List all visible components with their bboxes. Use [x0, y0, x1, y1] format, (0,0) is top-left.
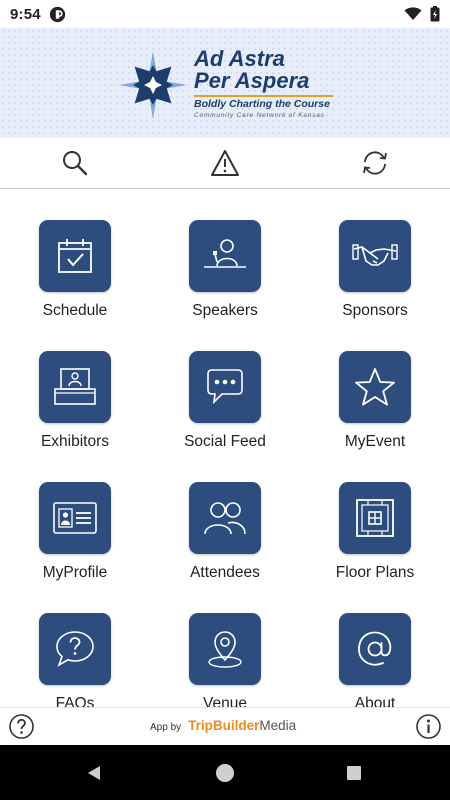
- tile-label: FAQs: [55, 695, 95, 707]
- refresh-button[interactable]: [300, 138, 450, 188]
- tile-speakers-icon-box: [189, 220, 261, 292]
- chat-bubble-icon: [207, 369, 243, 405]
- people-icon: [204, 502, 246, 535]
- tile-label: Exhibitors: [40, 433, 110, 450]
- status-time: 9:54: [10, 5, 41, 23]
- tile-faqs-icon-box: [39, 613, 111, 685]
- search-button[interactable]: [0, 138, 150, 188]
- speaker-podium-icon: [204, 239, 246, 268]
- credit-prefix: App by: [150, 722, 182, 733]
- system-nav-bar: [0, 745, 450, 800]
- help-icon[interactable]: [8, 713, 35, 740]
- event-title-line2: Per Aspera: [194, 68, 310, 93]
- status-indicators: [404, 6, 440, 22]
- tile-label: Schedule: [42, 302, 108, 319]
- tile-about[interactable]: About: [300, 583, 450, 707]
- app-notification-icon: [49, 6, 65, 22]
- id-card-icon: [53, 502, 97, 534]
- tile-label: About: [354, 695, 396, 707]
- tile-social-feed-icon-box: [189, 351, 261, 423]
- tile-myevent[interactable]: MyEvent: [300, 321, 450, 452]
- handshake-icon: [352, 244, 398, 266]
- tile-label: Social Feed: [184, 433, 266, 450]
- tile-exhibitors-icon-box: [39, 351, 111, 423]
- tile-label: MyEvent: [344, 433, 406, 450]
- toolbar: [0, 138, 450, 189]
- calendar-check-icon: [58, 239, 92, 273]
- logo-divider: [194, 95, 333, 97]
- tile-label: Speakers: [192, 302, 258, 319]
- app-credit[interactable]: App by TripBuilder Media: [150, 718, 310, 733]
- tile-label: Attendees: [190, 564, 260, 581]
- floor-plan-icon: [356, 499, 394, 537]
- feature-grid: Schedule Speakers Sponsors Exhibitors So…: [0, 190, 450, 707]
- tile-faqs[interactable]: FAQs: [0, 583, 150, 707]
- tile-attendees-icon-box: [189, 482, 261, 554]
- event-logo: Ad Astra Per Aspera Boldly Charting the …: [118, 44, 338, 126]
- recents-button[interactable]: [340, 759, 368, 787]
- battery-icon: [430, 6, 440, 22]
- home-button[interactable]: [211, 759, 239, 787]
- tripbuilder-logo-suffix: Media: [259, 718, 297, 733]
- event-title-line1: Ad Astra: [194, 46, 285, 71]
- info-icon[interactable]: [415, 713, 442, 740]
- back-button[interactable]: [80, 759, 108, 787]
- back-triangle-icon: [88, 766, 100, 780]
- app-screen: 9:54 Ad Astra Per Aspera Boldly Charting…: [0, 0, 450, 800]
- tile-venue-icon-box: [189, 613, 261, 685]
- search-icon: [63, 151, 88, 176]
- event-banner: Ad Astra Per Aspera Boldly Charting the …: [0, 28, 450, 138]
- tile-sponsors-icon-box: [339, 220, 411, 292]
- tile-myevent-icon-box: [339, 351, 411, 423]
- tile-exhibitors[interactable]: Exhibitors: [0, 321, 150, 452]
- wifi-icon: [404, 7, 422, 20]
- alert-icon: [211, 150, 239, 176]
- tile-myprofile[interactable]: MyProfile: [0, 452, 150, 583]
- event-tagline: Boldly Charting the Course: [194, 98, 330, 110]
- tile-venue[interactable]: Venue: [150, 583, 300, 707]
- at-sign-icon: [358, 631, 392, 666]
- tile-speakers[interactable]: Speakers: [150, 190, 300, 321]
- map-pin-icon: [208, 631, 242, 668]
- tile-floor-plans[interactable]: Floor Plans: [300, 452, 450, 583]
- tile-attendees[interactable]: Attendees: [150, 452, 300, 583]
- footer: App by TripBuilder Media: [0, 707, 450, 745]
- tile-about-icon-box: [339, 613, 411, 685]
- tile-label: Sponsors: [342, 302, 408, 319]
- tile-label: MyProfile: [42, 564, 108, 581]
- tile-schedule-icon-box: [39, 220, 111, 292]
- tile-schedule[interactable]: Schedule: [0, 190, 150, 321]
- tile-sponsors[interactable]: Sponsors: [300, 190, 450, 321]
- tile-label: Venue: [203, 695, 247, 707]
- recents-square-icon: [347, 766, 361, 780]
- exhibitor-booth-icon: [54, 368, 96, 405]
- question-bubble-icon: [56, 631, 94, 667]
- star-icon: [355, 368, 395, 406]
- tile-social-feed[interactable]: Social Feed: [150, 321, 300, 452]
- tile-label: Floor Plans: [335, 564, 415, 581]
- alerts-button[interactable]: [150, 138, 300, 188]
- home-circle-icon: [216, 764, 234, 782]
- tripbuilder-logo-text: TripBuilder: [188, 718, 260, 733]
- refresh-icon: [363, 151, 387, 175]
- compass-star-icon: [119, 51, 187, 119]
- tile-floor-plans-icon-box: [339, 482, 411, 554]
- tile-myprofile-icon-box: [39, 482, 111, 554]
- status-bar: 9:54: [0, 0, 450, 28]
- event-organization: Community Care Network of Kansas: [194, 112, 325, 119]
